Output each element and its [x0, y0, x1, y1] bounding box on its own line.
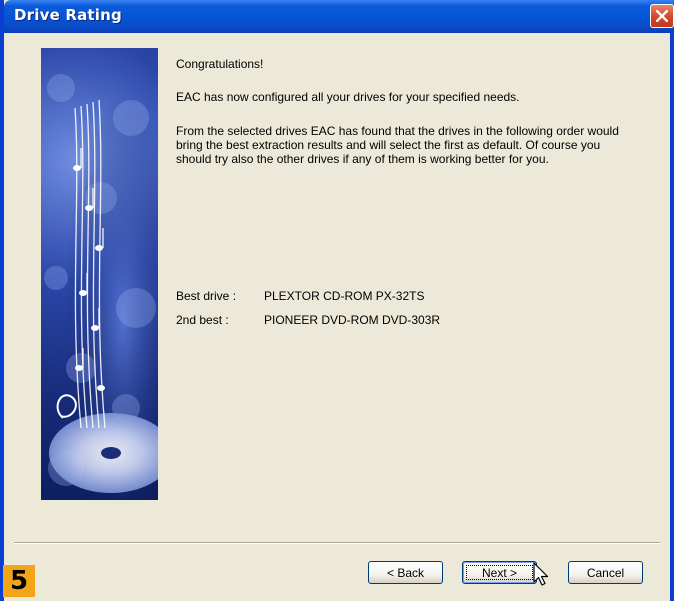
close-icon [656, 10, 668, 22]
step-number-badge: 5 [3, 565, 35, 597]
title-bar[interactable]: Drive Rating [4, 0, 674, 33]
window-title: Drive Rating [14, 6, 122, 24]
button-separator [14, 542, 660, 544]
back-button[interactable]: < Back [368, 561, 443, 584]
second-best-drive-label: 2nd best : [176, 313, 229, 327]
explanation-text: From the selected drives EAC has found t… [176, 124, 619, 166]
mouse-pointer-icon [533, 562, 549, 586]
music-cd-banner-image [41, 48, 158, 500]
congratulations-heading: Congratulations! [176, 57, 264, 71]
configured-message: EAC has now configured all your drives f… [176, 90, 520, 104]
cancel-button-label: Cancel [586, 565, 625, 580]
close-button[interactable] [650, 4, 674, 28]
second-best-drive-value: PIONEER DVD-ROM DVD-303R [264, 313, 441, 327]
next-button-label: Next > [481, 565, 517, 580]
best-drive-label: Best drive : [176, 289, 237, 303]
back-button-label: < Back [386, 565, 425, 580]
next-button[interactable]: Next > [462, 561, 537, 584]
best-drive-value: PLEXTOR CD-ROM PX-32TS [264, 289, 425, 303]
cancel-button[interactable]: Cancel [568, 561, 643, 584]
